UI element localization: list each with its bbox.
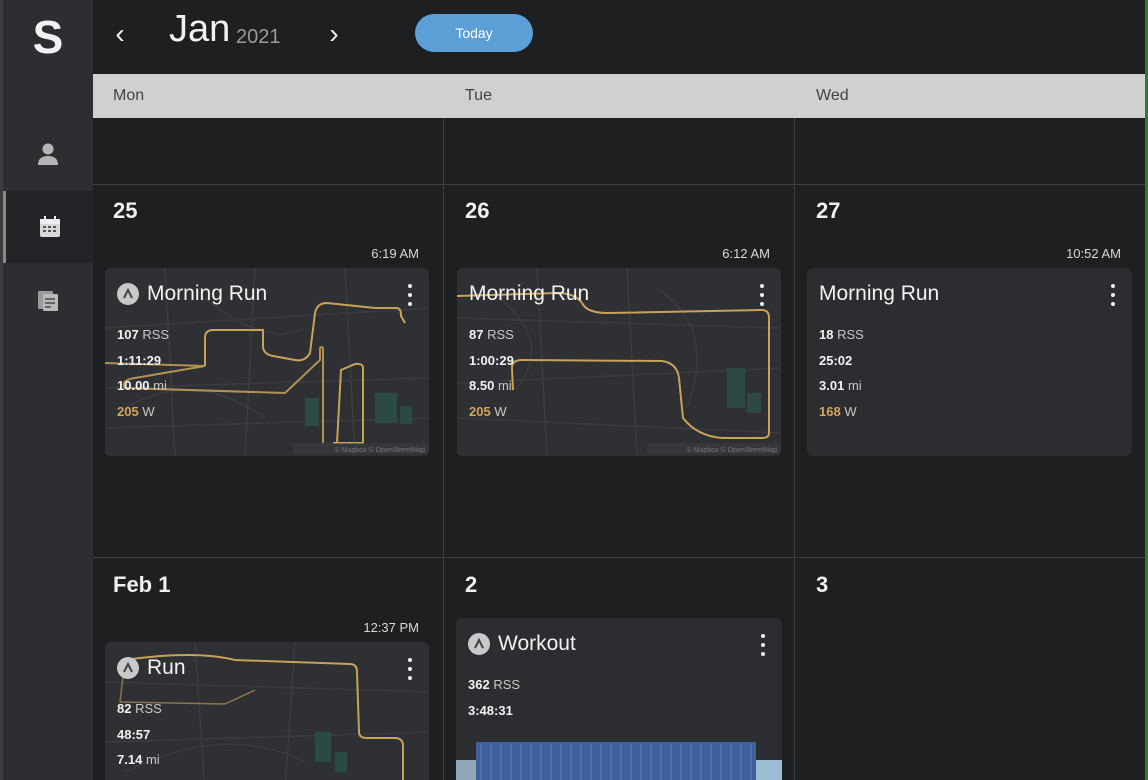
activity-card[interactable]: Morning Run 107 RSS 1:11:29 10.00 mi 205… [105, 268, 429, 456]
next-month-button[interactable]: › [319, 14, 349, 54]
activity-time: 10:52 AM [1066, 246, 1121, 261]
day-number: 26 [465, 198, 490, 223]
strava-icon [117, 657, 139, 679]
activity-time: 6:19 AM [371, 246, 419, 261]
calendar-grid: 25 26 27 6:19 AM 6:12 AM 10:52 AM Mornin… [93, 118, 1145, 780]
sidebar-item-calendar[interactable] [3, 191, 93, 263]
activity-stats: 82 RSS 48:57 7.14 mi 212 W [117, 701, 162, 780]
weekday-wed: Wed [816, 87, 849, 104]
sidebar-item-plans[interactable] [3, 264, 93, 336]
activity-stats: 87 RSS 1:00:29 8.50 mi 205 W [469, 327, 514, 419]
more-options-icon[interactable] [758, 634, 768, 656]
sidebar: S [0, 0, 93, 780]
column-divider [794, 118, 795, 780]
activity-card[interactable]: Morning Run 87 RSS 1:00:29 8.50 mi 205 W… [457, 268, 781, 456]
app-logo[interactable]: S [3, 0, 93, 74]
strava-icon [468, 633, 490, 655]
activity-card[interactable]: Morning Run 18 RSS 25:02 3.01 mi 168 W [807, 268, 1132, 456]
activity-time: 6:12 AM [722, 246, 770, 261]
activity-title: Workout [498, 632, 576, 655]
weekday-mon: Mon [113, 87, 145, 104]
day-number: 27 [816, 198, 841, 223]
prev-month-button[interactable]: ‹ [105, 14, 135, 54]
day-number: 2 [465, 572, 478, 597]
row-divider [93, 557, 1145, 558]
more-options-icon[interactable] [405, 658, 415, 680]
column-divider [443, 118, 444, 780]
activity-title: Run [147, 656, 186, 679]
activity-card[interactable]: Workout 362 RSS 3:48:31 [456, 618, 782, 780]
activity-stats: 362 RSS 3:48:31 [468, 677, 521, 718]
activity-title: Morning Run [819, 282, 940, 305]
activity-card[interactable]: Run 82 RSS 48:57 7.14 mi 212 W [105, 642, 429, 780]
calendar-icon [39, 216, 60, 237]
activity-title: Morning Run [147, 282, 268, 305]
today-button[interactable]: Today [415, 14, 533, 52]
row-divider [93, 184, 1145, 185]
year-label: 2021 [236, 26, 281, 48]
top-bar: ‹ Jan 2021 › Today [93, 0, 1148, 74]
documents-icon [38, 291, 58, 311]
person-icon [38, 143, 58, 165]
map-credit: © Mapbox © OpenStreetMap [686, 447, 777, 454]
activity-stats: 18 RSS 25:02 3.01 mi 168 W [819, 327, 864, 419]
sidebar-item-profile[interactable] [3, 118, 93, 190]
weekday-header: Mon Tue Wed [93, 74, 1145, 118]
more-options-icon[interactable] [757, 284, 767, 306]
strava-icon [117, 283, 139, 305]
activity-title: Morning Run [469, 282, 590, 305]
activity-time: 12:37 PM [363, 620, 419, 635]
more-options-icon[interactable] [1108, 284, 1118, 306]
month-label: Jan [169, 8, 231, 50]
more-options-icon[interactable] [405, 284, 415, 306]
day-number: Feb 1 [113, 572, 171, 597]
weekday-tue: Tue [465, 87, 492, 104]
activity-stats: 107 RSS 1:11:29 10.00 mi 205 W [117, 327, 170, 419]
map-credit: © Mapbox © OpenStreetMap [334, 447, 425, 454]
day-number: 25 [113, 198, 138, 223]
day-number: 3 [816, 572, 829, 597]
